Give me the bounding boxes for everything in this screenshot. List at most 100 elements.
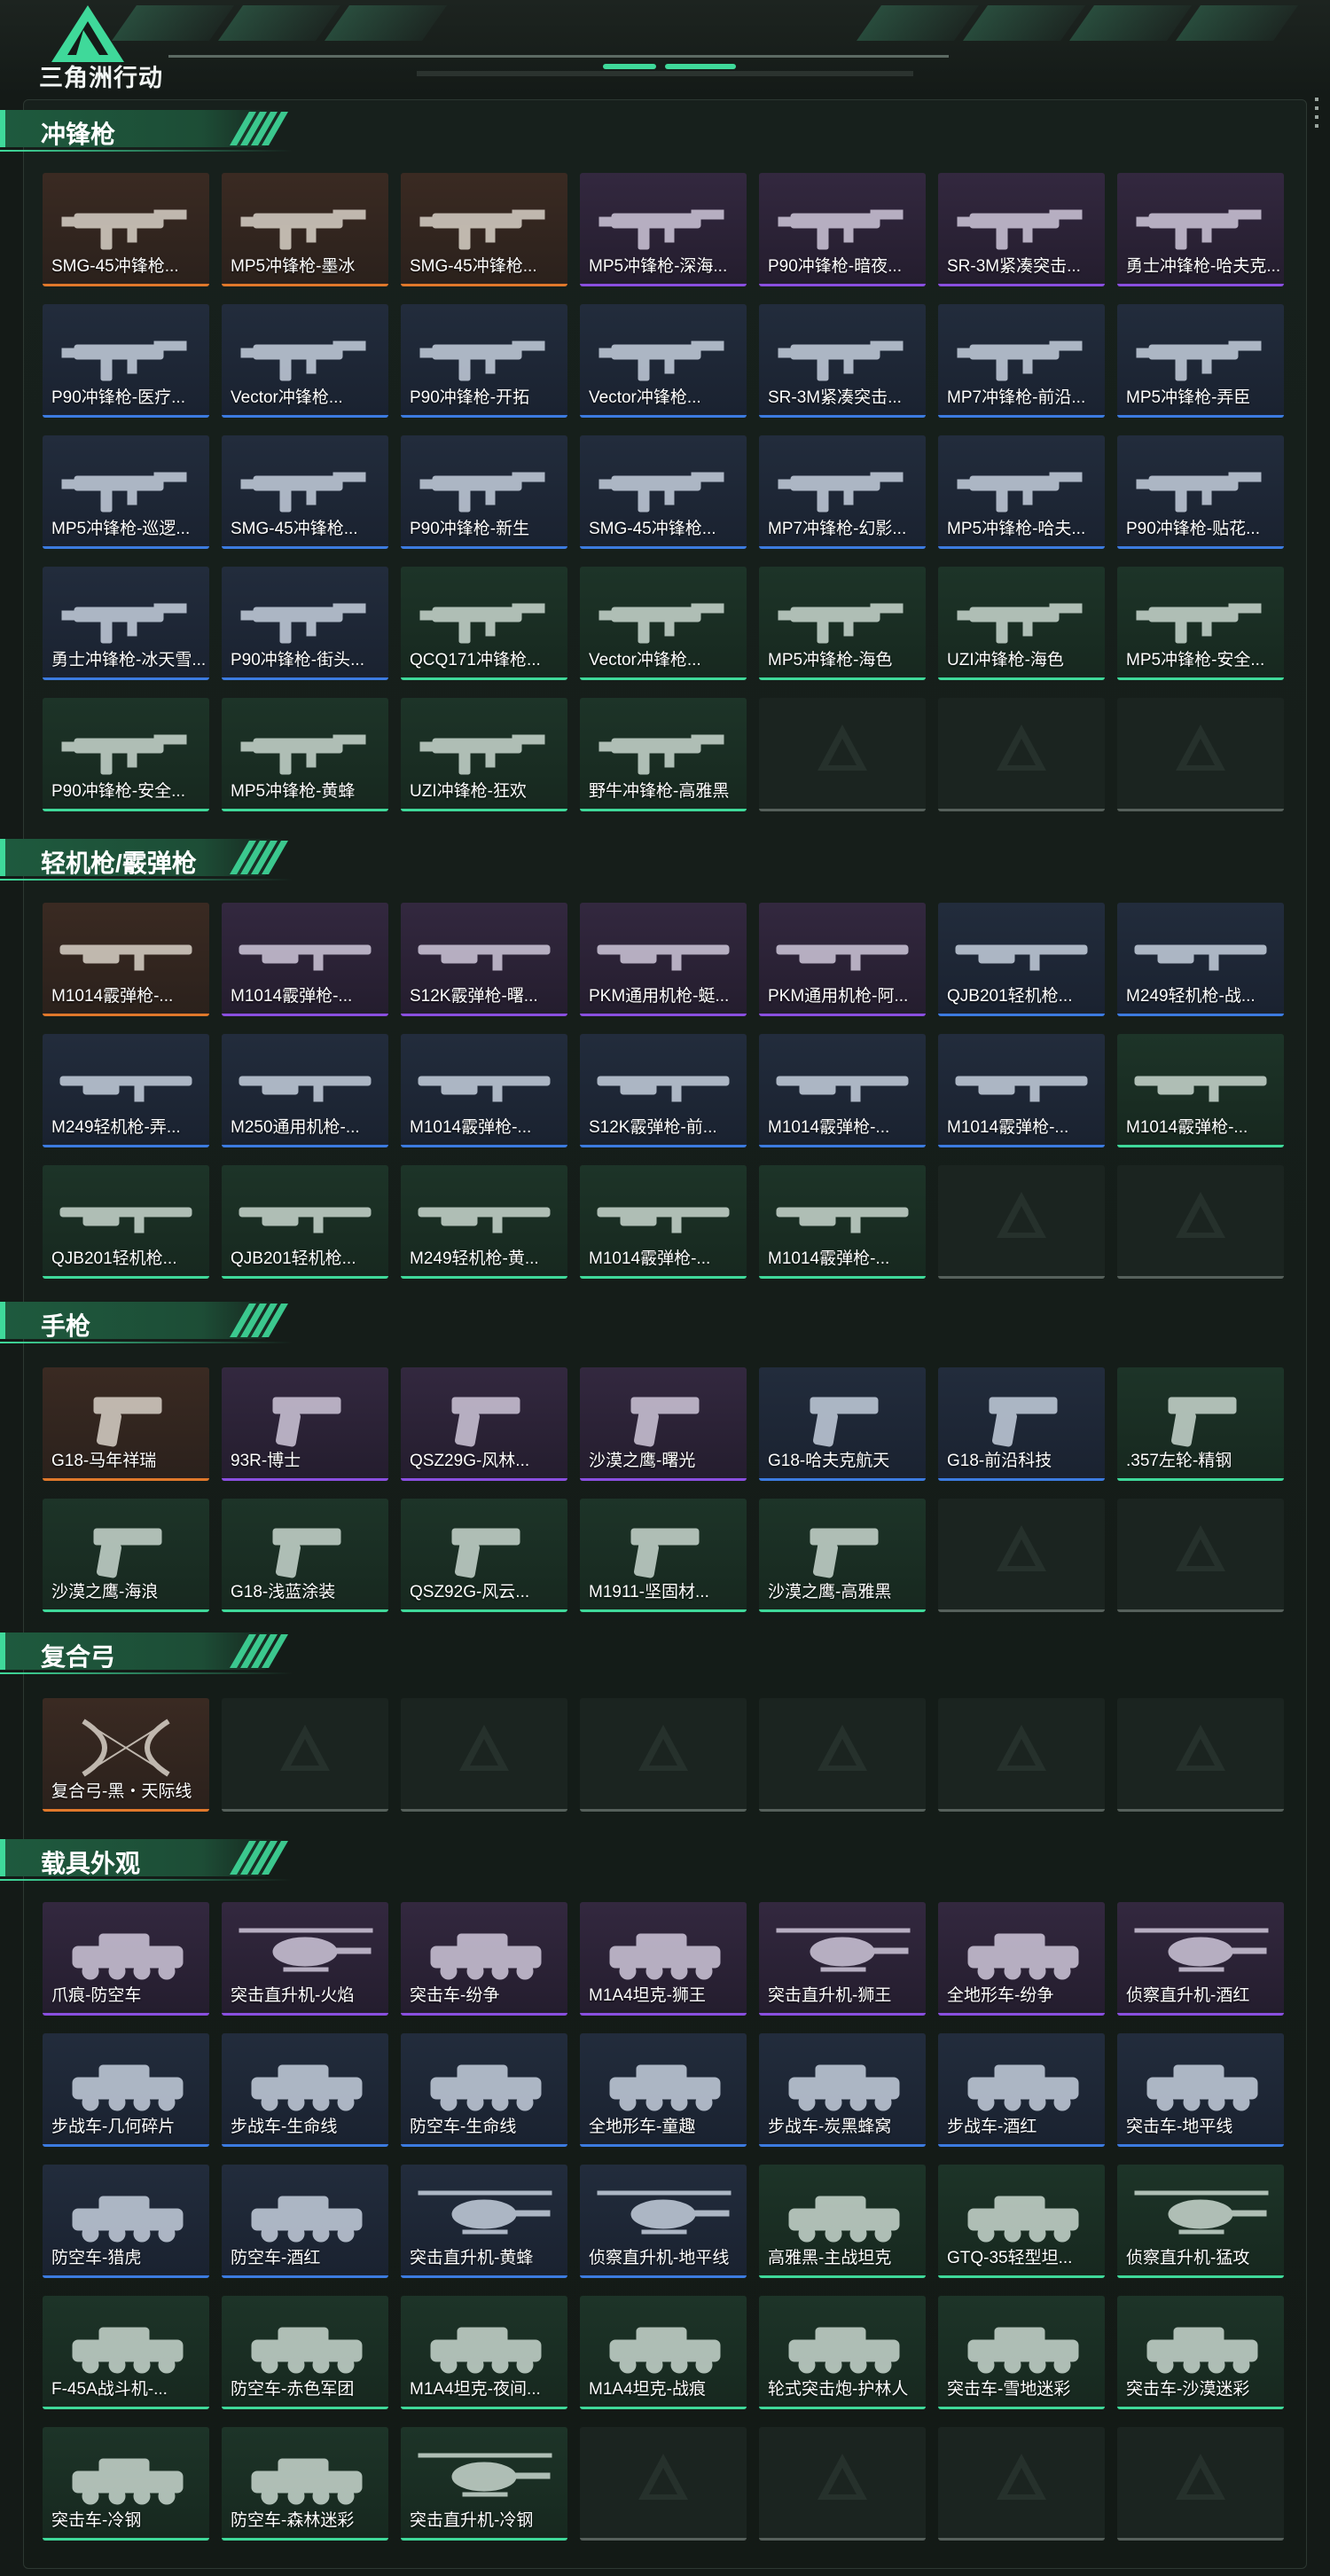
vehicle-skin-icon [967,2196,1079,2243]
skin-card[interactable]: M1014霰弹枪-... [759,1034,926,1147]
skin-card[interactable]: 突击车-沙漠迷彩 [1117,2296,1284,2409]
skin-card[interactable]: S12K霰弹枪-前... [580,1034,747,1147]
skin-card[interactable]: MP7冲锋枪-幻影... [759,435,926,549]
skin-card[interactable]: 防空车-生命线 [401,2033,567,2147]
skin-card[interactable]: 高雅黑-主战坦克 [759,2165,926,2278]
skin-card[interactable]: G18-前沿科技 [938,1367,1105,1481]
skin-card[interactable]: M1014霰弹枪-... [759,1165,926,1279]
skin-card[interactable]: .357左轮-精钢 [1117,1367,1284,1481]
skin-card[interactable]: P90冲锋枪-暗夜... [759,173,926,286]
skin-card[interactable]: S12K霰弹枪-曙... [401,903,567,1016]
skin-card[interactable]: 沙漠之鹰-高雅黑 [759,1499,926,1612]
empty-slot [401,1698,567,1812]
skin-card[interactable]: G18-浅蓝涂装 [222,1499,388,1612]
skin-card[interactable]: Vector冲锋枪... [222,304,388,418]
skin-card[interactable]: SR-3M紧凑突击... [759,304,926,418]
skin-card[interactable]: M1911-坚固材... [580,1499,747,1612]
skin-card[interactable]: MP5冲锋枪-海色 [759,567,926,680]
skin-card[interactable]: GTQ-35轻型坦... [938,2165,1105,2278]
skin-card[interactable]: M1A4坦克-夜间... [401,2296,567,2409]
skin-card[interactable]: 侦察直升机-猛攻 [1117,2165,1284,2278]
skin-card[interactable]: 防空车-猎虎 [43,2165,209,2278]
skin-card[interactable]: 沙漠之鹰-海浪 [43,1499,209,1612]
skin-card[interactable]: QJB201轻机枪... [938,903,1105,1016]
skin-card[interactable]: 轮式突击炮-护林人 [759,2296,926,2409]
skin-card[interactable]: MP7冲锋枪-前沿... [938,304,1105,418]
skin-card[interactable]: QCQ171冲锋枪... [401,567,567,680]
skin-card[interactable]: Vector冲锋枪... [580,304,747,418]
skin-card[interactable]: 步战车-炭黑蜂窝 [759,2033,926,2147]
skin-card[interactable]: SR-3M紧凑突击... [938,173,1105,286]
skin-card[interactable]: MP5冲锋枪-弄臣 [1117,304,1284,418]
weapon-skin-icon [776,1207,909,1233]
skin-card[interactable]: M1014霰弹枪-... [401,1034,567,1147]
skin-card[interactable]: 侦察直升机-地平线 [580,2165,747,2278]
skin-card[interactable]: UZI冲锋枪-狂欢 [401,698,567,811]
skin-card[interactable]: 步战车-酒红 [938,2033,1105,2147]
skin-card[interactable]: 全地形车-童趣 [580,2033,747,2147]
skin-card[interactable]: 突击直升机-黄蜂 [401,2165,567,2278]
skin-card[interactable]: M249轻机枪-弄... [43,1034,209,1147]
skin-card[interactable]: QJB201轻机枪... [43,1165,209,1279]
skin-card[interactable]: 突击直升机-火焰 [222,1902,388,2016]
skin-card[interactable]: 防空车-森林迷彩 [222,2427,388,2541]
skin-card[interactable]: 勇士冲锋枪-冰天雪... [43,567,209,680]
skin-card[interactable]: P90冲锋枪-新生 [401,435,567,549]
skin-card[interactable]: MP5冲锋枪-黄蜂 [222,698,388,811]
skin-card[interactable]: G18-马年祥瑞 [43,1367,209,1481]
weapon-skin-icon [957,341,1083,381]
skin-card[interactable]: SMG-45冲锋枪... [43,173,209,286]
skin-card[interactable]: MP5冲锋枪-深海... [580,173,747,286]
skin-card[interactable]: 侦察直升机-酒红 [1117,1902,1284,2016]
skin-card[interactable]: MP5冲锋枪-哈夫... [938,435,1105,549]
skin-card[interactable]: M1014霰弹枪-... [1117,1034,1284,1147]
skin-card[interactable]: M1014霰弹枪-... [43,903,209,1016]
skin-card[interactable]: P90冲锋枪-开拓 [401,304,567,418]
skin-card[interactable]: PKM通用机枪-阿... [759,903,926,1016]
skin-card[interactable]: 爪痕-防空车 [43,1902,209,2016]
skin-card[interactable]: PKM通用机枪-蜓... [580,903,747,1016]
skin-card[interactable]: M1A4坦克-狮王 [580,1902,747,2016]
skin-card[interactable]: Vector冲锋枪... [580,567,747,680]
skin-card[interactable]: 防空车-酒红 [222,2165,388,2278]
skin-card[interactable]: MP5冲锋枪-安全... [1117,567,1284,680]
skin-card[interactable]: 突击直升机-狮王 [759,1902,926,2016]
skin-card[interactable]: G18-哈夫克航天 [759,1367,926,1481]
skin-card[interactable]: M249轻机枪-黄... [401,1165,567,1279]
skin-card[interactable]: UZI冲锋枪-海色 [938,567,1105,680]
skin-card[interactable]: QSZ29G-风林... [401,1367,567,1481]
skin-card[interactable]: 突击车-雪地迷彩 [938,2296,1105,2409]
skin-card[interactable]: P90冲锋枪-贴花... [1117,435,1284,549]
skin-card[interactable]: F-45A战斗机-... [43,2296,209,2409]
skin-card[interactable]: 勇士冲锋枪-哈夫克... [1117,173,1284,286]
skin-card[interactable]: 93R-博士 [222,1367,388,1481]
skin-card[interactable]: MP5冲锋枪-墨冰 [222,173,388,286]
skin-card[interactable]: 沙漠之鹰-曙光 [580,1367,747,1481]
skin-card[interactable]: 突击直升机-冷钢 [401,2427,567,2541]
skin-card[interactable]: 复合弓-黑・天际线 [43,1698,209,1812]
scroll-indicator[interactable] [1315,98,1320,133]
skin-card[interactable]: 突击车-地平线 [1117,2033,1284,2147]
skin-card[interactable]: M250通用机枪-... [222,1034,388,1147]
skin-card[interactable]: SMG-45冲锋枪... [401,173,567,286]
skin-card[interactable]: 防空车-赤色军团 [222,2296,388,2409]
skin-card[interactable]: 步战车-几何碎片 [43,2033,209,2147]
skin-card[interactable]: M1014霰弹枪-... [222,903,388,1016]
skin-card[interactable]: QSZ92G-风云... [401,1499,567,1612]
skin-card[interactable]: QJB201轻机枪... [222,1165,388,1279]
skin-card[interactable]: 突击车-纷争 [401,1902,567,2016]
skin-card[interactable]: SMG-45冲锋枪... [580,435,747,549]
skin-card[interactable]: SMG-45冲锋枪... [222,435,388,549]
skin-card[interactable]: 全地形车-纷争 [938,1902,1105,2016]
skin-card[interactable]: M249轻机枪-战... [1117,903,1284,1016]
skin-card[interactable]: 步战车-生命线 [222,2033,388,2147]
skin-card[interactable]: M1A4坦克-战痕 [580,2296,747,2409]
skin-card[interactable]: 野牛冲锋枪-高雅黑 [580,698,747,811]
skin-card[interactable]: P90冲锋枪-街头... [222,567,388,680]
skin-card[interactable]: MP5冲锋枪-巡逻... [43,435,209,549]
skin-card[interactable]: P90冲锋枪-安全... [43,698,209,811]
skin-card[interactable]: 突击车-冷钢 [43,2427,209,2541]
skin-card[interactable]: M1014霰弹枪-... [580,1165,747,1279]
skin-card[interactable]: M1014霰弹枪-... [938,1034,1105,1147]
skin-card[interactable]: P90冲锋枪-医疗... [43,304,209,418]
